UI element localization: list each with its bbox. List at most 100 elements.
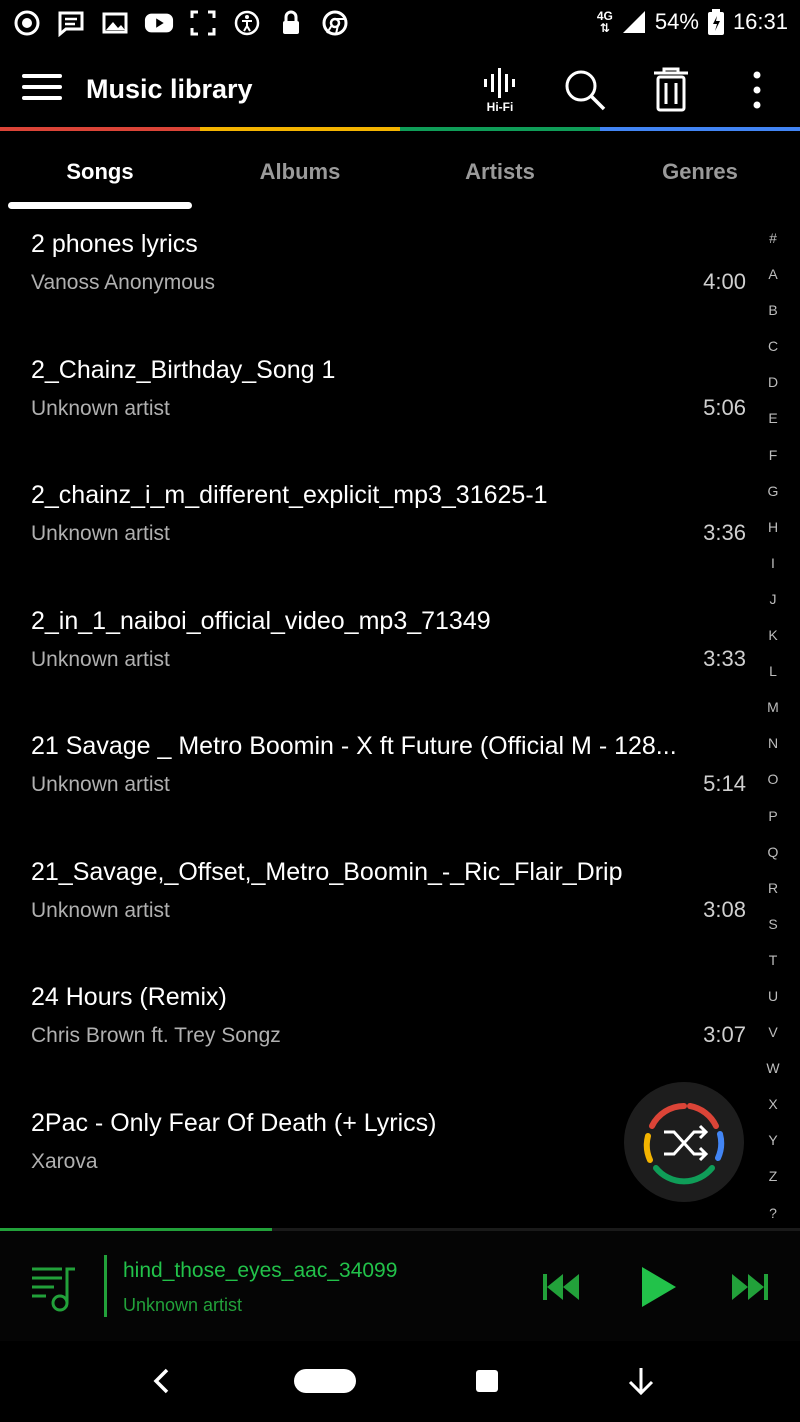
alphabet-index-letter[interactable]: R bbox=[758, 870, 788, 906]
song-list: 2 phones lyrics Vanoss Anonymous 4:00 2_… bbox=[0, 214, 760, 1218]
song-row[interactable]: 24 Hours (Remix) Chris Brown ft. Trey So… bbox=[0, 967, 760, 1093]
alphabet-index-letter[interactable]: N bbox=[758, 725, 788, 761]
alphabet-index-letter[interactable]: G bbox=[758, 473, 788, 509]
alphabet-index-letter[interactable]: F bbox=[758, 437, 788, 473]
delete-button[interactable] bbox=[647, 66, 695, 114]
now-playing-artist: Unknown artist bbox=[123, 1295, 243, 1315]
next-button[interactable] bbox=[722, 1259, 778, 1315]
alphabet-index-letter[interactable]: E bbox=[758, 400, 788, 436]
library-tabs: Songs Albums Artists Genres bbox=[0, 131, 800, 211]
chrome-icon bbox=[320, 8, 350, 38]
alphabet-index-letter[interactable]: D bbox=[758, 364, 788, 400]
song-artist: Unknown artist bbox=[31, 898, 170, 922]
alphabet-index-letter[interactable]: Q bbox=[758, 834, 788, 870]
alphabet-index-letter[interactable]: I bbox=[758, 545, 788, 581]
whatsapp-icon bbox=[12, 8, 42, 38]
song-title: 2_chainz_i_m_different_explicit_mp3_3162… bbox=[31, 481, 548, 509]
alphabet-index-letter[interactable]: Z bbox=[758, 1158, 788, 1194]
battery-percent: 54% bbox=[654, 9, 699, 34]
alphabet-index-letter[interactable]: J bbox=[758, 581, 788, 617]
song-title: 2 phones lyrics bbox=[31, 230, 198, 258]
song-row[interactable]: 2_in_1_naiboi_official_video_mp3_71349 U… bbox=[0, 591, 760, 717]
previous-button[interactable] bbox=[533, 1259, 589, 1315]
alphabet-index-letter[interactable]: H bbox=[758, 509, 788, 545]
youtube-icon bbox=[144, 8, 174, 38]
tab-genres[interactable]: Genres bbox=[600, 131, 800, 211]
alphabet-index-letter[interactable]: Y bbox=[758, 1122, 788, 1158]
previous-icon bbox=[543, 1274, 579, 1300]
search-icon bbox=[565, 70, 606, 111]
song-duration: 3:08 bbox=[703, 896, 746, 922]
message-icon bbox=[56, 8, 86, 38]
delete-icon bbox=[654, 67, 688, 112]
home-icon bbox=[294, 1369, 356, 1393]
alphabet-index-letter[interactable]: M bbox=[758, 689, 788, 725]
tab-songs[interactable]: Songs bbox=[0, 131, 200, 211]
alphabet-index-letter[interactable]: O bbox=[758, 761, 788, 797]
song-artist: Unknown artist bbox=[31, 396, 170, 420]
signal-icon bbox=[622, 11, 645, 33]
alphabet-index-letter[interactable]: K bbox=[758, 617, 788, 653]
play-button[interactable] bbox=[630, 1259, 686, 1315]
more-options-button[interactable] bbox=[733, 66, 781, 114]
back-button[interactable] bbox=[146, 1361, 176, 1401]
alphabet-index-letter[interactable]: S bbox=[758, 906, 788, 942]
song-row[interactable]: 2 phones lyrics Vanoss Anonymous 4:00 bbox=[0, 214, 760, 340]
alphabet-index-letter[interactable]: A bbox=[758, 256, 788, 292]
system-nav-bar bbox=[0, 1341, 800, 1422]
alphabet-index-letter[interactable]: T bbox=[758, 942, 788, 978]
song-row[interactable]: 21 Savage _ Metro Boomin - X ft Future (… bbox=[0, 716, 760, 842]
system-status: 4G ⇅ 54% 16:31 bbox=[597, 8, 788, 36]
alphabet-index-letter[interactable]: L bbox=[758, 653, 788, 689]
song-title: 21 Savage _ Metro Boomin - X ft Future (… bbox=[31, 732, 677, 760]
alphabet-index-letter[interactable]: V bbox=[758, 1014, 788, 1050]
song-row[interactable]: 2_Chainz_Birthday_Song 1 Unknown artist … bbox=[0, 340, 760, 466]
alphabet-index-letter[interactable]: ? bbox=[758, 1195, 788, 1231]
home-button[interactable] bbox=[293, 1361, 357, 1401]
recents-icon bbox=[476, 1370, 498, 1392]
alphabet-index-letter[interactable]: C bbox=[758, 328, 788, 364]
alphabet-index[interactable]: # A B C D E F G H I J K L M N O P Q R S T U V W X Y Z? bbox=[758, 220, 788, 1231]
back-icon bbox=[153, 1368, 169, 1394]
song-artist: Unknown artist bbox=[31, 522, 170, 545]
network-indicator: 4G ⇅ bbox=[596, 9, 613, 35]
now-playing-title: hind_those_eyes_aac_34099 bbox=[123, 1259, 398, 1282]
song-row[interactable]: 21_Savage,_Offset,_Metro_Boomin_-_Ric_Fl… bbox=[0, 842, 760, 968]
alphabet-index-letter[interactable]: P bbox=[758, 798, 788, 834]
gallery-icon bbox=[100, 8, 130, 38]
app-bar: Music library Hi-Fi bbox=[0, 48, 800, 130]
tab-albums[interactable]: Albums bbox=[200, 131, 400, 211]
hide-nav-button[interactable] bbox=[624, 1361, 658, 1401]
alphabet-index-letter[interactable]: # bbox=[758, 220, 788, 256]
song-duration: 5:06 bbox=[703, 394, 746, 420]
alphabet-index-letter[interactable]: U bbox=[758, 978, 788, 1014]
search-button[interactable] bbox=[561, 66, 609, 114]
status-bar: 4G ⇅ 54% 16:31 bbox=[0, 0, 800, 48]
song-row[interactable]: 2_chainz_i_m_different_explicit_mp3_3162… bbox=[0, 465, 760, 591]
song-artist: Chris Brown ft. Trey Songz bbox=[31, 1024, 281, 1047]
menu-button[interactable] bbox=[20, 70, 64, 110]
queue-button[interactable] bbox=[28, 1261, 80, 1313]
now-playing-separator bbox=[104, 1255, 107, 1317]
menu-icon-line bbox=[22, 74, 62, 78]
hifi-label: Hi-Fi bbox=[486, 100, 514, 114]
now-playing-bar[interactable]: hind_those_eyes_aac_34099 Unknown artist bbox=[0, 1231, 800, 1341]
shuffle-icon bbox=[643, 1103, 725, 1185]
alphabet-index-letter[interactable]: B bbox=[758, 292, 788, 328]
song-title: 21_Savage,_Offset,_Metro_Boomin_-_Ric_Fl… bbox=[31, 857, 623, 886]
alphabet-index-letter[interactable]: X bbox=[758, 1086, 788, 1122]
shuffle-button[interactable] bbox=[624, 1082, 744, 1202]
equalizer-icon bbox=[484, 68, 515, 98]
alphabet-index-letter[interactable]: W bbox=[758, 1050, 788, 1086]
song-title: 2Pac - Only Fear Of Death (+ Lyrics) bbox=[31, 1108, 437, 1137]
tab-artists[interactable]: Artists bbox=[400, 131, 600, 211]
play-icon bbox=[642, 1267, 676, 1307]
song-artist: Unknown artist bbox=[31, 773, 170, 796]
song-duration: 3:36 bbox=[703, 520, 746, 545]
hifi-button[interactable]: Hi-Fi bbox=[476, 66, 524, 114]
song-title: 2_in_1_naiboi_official_video_mp3_71349 bbox=[31, 606, 491, 635]
lock-icon bbox=[276, 8, 306, 38]
menu-icon-line bbox=[22, 85, 62, 89]
recents-button[interactable] bbox=[474, 1361, 500, 1401]
notification-icons bbox=[12, 8, 350, 38]
